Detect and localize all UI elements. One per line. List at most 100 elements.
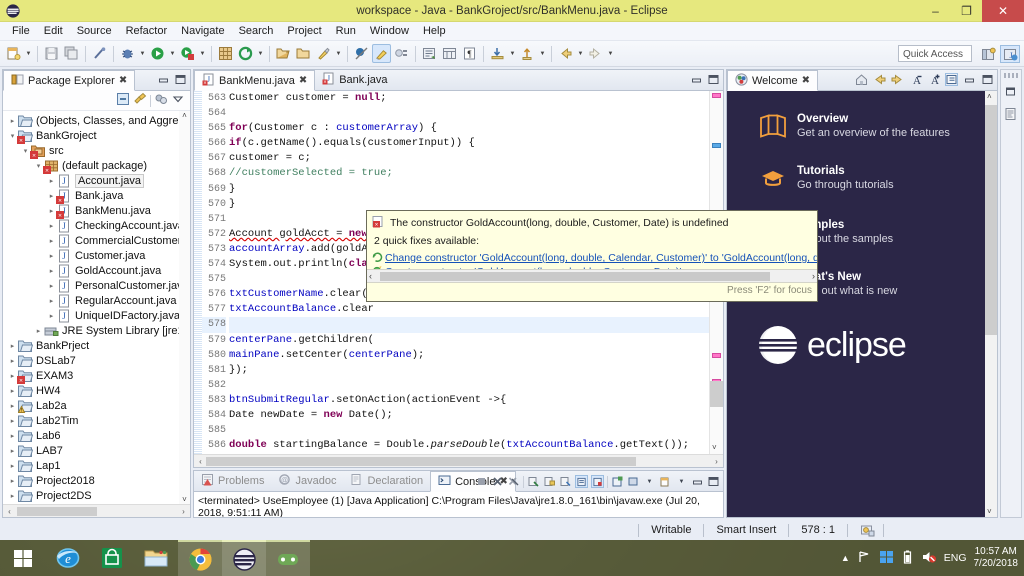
console-output[interactable]: <terminated> UseEmployee (1) [Java Appli… bbox=[194, 492, 723, 517]
console-view-menu-icon[interactable] bbox=[627, 475, 640, 488]
restore-icon[interactable] bbox=[1003, 83, 1020, 100]
open-perspective-icon[interactable] bbox=[978, 45, 998, 63]
menu-source[interactable]: Source bbox=[70, 23, 119, 39]
package-explorer-hscrollbar[interactable]: ‹ › bbox=[3, 504, 190, 517]
menu-file[interactable]: File bbox=[5, 23, 37, 39]
tree-item[interactable]: ▸ J Customer.java bbox=[3, 248, 190, 263]
welcome-item-tutorials[interactable]: Tutorials Go through tutorials bbox=[759, 165, 894, 194]
scroll-up-icon[interactable]: ˄ bbox=[987, 92, 992, 101]
tree-twisty-icon[interactable]: ▸ bbox=[46, 312, 57, 320]
search-icon[interactable] bbox=[314, 44, 333, 63]
menu-edit[interactable]: Edit bbox=[37, 23, 70, 39]
minimize-icon[interactable] bbox=[963, 73, 976, 86]
tree-item[interactable]: ▸ Project2018 bbox=[3, 473, 190, 488]
maximize-icon[interactable] bbox=[981, 73, 994, 86]
tree-item[interactable]: ▾ × BankGroject bbox=[3, 128, 190, 144]
tree-twisty-icon[interactable]: ▸ bbox=[46, 252, 57, 260]
code-line[interactable]: if(c.getName().equals(customerInput)) { bbox=[229, 136, 709, 151]
run-dropdown-icon[interactable]: ▼ bbox=[168, 44, 177, 63]
previous-edit-icon[interactable] bbox=[420, 44, 439, 63]
quick-fix-scroll-thumb[interactable] bbox=[380, 271, 770, 281]
taskbar-google-chrome-icon[interactable] bbox=[178, 540, 222, 576]
scroll-right-icon[interactable]: › bbox=[812, 271, 815, 281]
scroll-right-icon[interactable]: › bbox=[178, 507, 189, 516]
editor-hscrollbar[interactable]: ‹ › bbox=[194, 454, 723, 467]
minimize-icon[interactable] bbox=[690, 73, 703, 86]
tree-item[interactable]: ▾ × (default package) bbox=[3, 158, 190, 174]
tree-item[interactable]: ▸ Project2DS bbox=[3, 488, 190, 503]
link-with-editor-icon[interactable] bbox=[133, 92, 147, 109]
tree-item[interactable]: ▸ J UniqueIDFactory.java bbox=[3, 308, 190, 323]
tab-package-explorer[interactable]: Package Explorer ✖ bbox=[3, 70, 136, 91]
code-line[interactable]: txtAccountBalance.clear bbox=[229, 302, 709, 317]
quick-fix-option-change[interactable]: Change constructor 'GoldAccount(long, do… bbox=[367, 251, 817, 265]
tree-item[interactable]: ▸ Lab6 bbox=[3, 428, 190, 443]
menu-search[interactable]: Search bbox=[232, 23, 281, 39]
maximize-icon[interactable] bbox=[707, 73, 720, 86]
code-line[interactable]: Date newDate = new Date(); bbox=[229, 408, 709, 423]
quick-fix-link[interactable]: Change constructor 'GoldAccount(long, do… bbox=[385, 252, 817, 264]
taskbar-eclipse-icon[interactable] bbox=[222, 540, 266, 576]
tree-twisty-icon[interactable]: ▸ bbox=[7, 117, 18, 125]
package-explorer-vscrollbar[interactable]: ˄ ˅ bbox=[179, 111, 190, 504]
scroll-lock-icon[interactable] bbox=[543, 475, 556, 488]
taskbar-microsoft-store-icon[interactable] bbox=[90, 540, 134, 576]
welcome-scroll-thumb[interactable] bbox=[985, 105, 997, 335]
action-center-icon[interactable] bbox=[879, 550, 894, 567]
open-task-icon[interactable] bbox=[294, 44, 313, 63]
tab-bankmenu-java[interactable]: J × BankMenu.java ✖ bbox=[194, 70, 316, 91]
no-edit-icon[interactable] bbox=[90, 44, 109, 63]
tree-twisty-icon[interactable]: ▸ bbox=[7, 387, 18, 395]
increase-font-icon[interactable]: A bbox=[927, 73, 940, 86]
home-icon[interactable] bbox=[855, 73, 868, 86]
maximize-button[interactable]: ❐ bbox=[951, 0, 982, 22]
display-selected-console-icon[interactable] bbox=[575, 475, 588, 488]
remove-launch-icon[interactable] bbox=[491, 475, 504, 488]
code-line[interactable]: //customerSelected = true; bbox=[229, 166, 709, 181]
new-wizard-icon[interactable] bbox=[4, 44, 23, 63]
show-hidden-icons-icon[interactable]: ▲ bbox=[841, 553, 850, 563]
java-perspective-icon[interactable]: J bbox=[1000, 45, 1020, 63]
close-icon[interactable]: ✖ bbox=[802, 75, 810, 86]
tree-twisty-icon[interactable]: ▸ bbox=[46, 237, 57, 245]
menu-navigate[interactable]: Navigate bbox=[174, 23, 231, 39]
scroll-left-icon[interactable]: ‹ bbox=[195, 457, 206, 466]
tree-item[interactable]: ▾ × src bbox=[3, 143, 190, 159]
tree-item[interactable]: ▸ J RegularAccount.java bbox=[3, 293, 190, 308]
language-indicator[interactable]: ENG bbox=[944, 552, 967, 564]
taskbar-file-explorer-icon[interactable] bbox=[134, 540, 178, 576]
code-line[interactable] bbox=[229, 317, 709, 333]
tree-item[interactable]: ▸!Project3DS bbox=[3, 503, 190, 504]
remove-all-terminated-icon[interactable] bbox=[507, 475, 520, 488]
run-coverage-icon[interactable] bbox=[178, 44, 197, 63]
tree-twisty-icon[interactable]: ▸ bbox=[7, 447, 18, 455]
close-icon[interactable]: ✖ bbox=[299, 75, 307, 86]
toggle-mark-occurrences-icon[interactable] bbox=[372, 44, 391, 63]
new-wizard-dropdown-icon[interactable]: ▼ bbox=[24, 44, 33, 63]
tree-item[interactable]: ▸ (Objects, Classes, and Aggregation bbox=[3, 113, 190, 128]
taskbar-clock[interactable]: 10:57 AM 7/20/2018 bbox=[974, 546, 1019, 570]
welcome-item-overview[interactable]: Overview Get an overview of the features bbox=[759, 113, 950, 142]
tree-twisty-icon[interactable]: ▸ bbox=[46, 282, 57, 290]
taskbar-game-icon[interactable] bbox=[266, 540, 310, 576]
tree-item[interactable]: ▸ J GoldAccount.java bbox=[3, 263, 190, 278]
code-line[interactable] bbox=[229, 106, 709, 121]
minimize-icon[interactable] bbox=[691, 475, 704, 488]
show-whitespace-icon[interactable] bbox=[440, 44, 459, 63]
minimize-icon[interactable] bbox=[157, 73, 170, 86]
tree-twisty-icon[interactable]: ▸ bbox=[7, 477, 18, 485]
menu-help[interactable]: Help bbox=[416, 23, 453, 39]
build-icon[interactable] bbox=[860, 523, 875, 538]
tree-twisty-icon[interactable]: ▸ bbox=[46, 267, 57, 275]
menu-run[interactable]: Run bbox=[329, 23, 363, 39]
terminate-icon[interactable] bbox=[475, 475, 488, 488]
scroll-down-icon[interactable]: ˅ bbox=[987, 507, 992, 516]
save-icon[interactable] bbox=[42, 44, 61, 63]
new-console-view-icon[interactable] bbox=[611, 475, 624, 488]
battery-icon[interactable] bbox=[901, 550, 914, 567]
open-declaration-dropdown-icon[interactable]: ▼ bbox=[538, 44, 547, 63]
customize-page-icon[interactable] bbox=[945, 73, 958, 86]
menu-project[interactable]: Project bbox=[280, 23, 328, 39]
close-icon[interactable]: ✖ bbox=[119, 75, 127, 86]
tree-twisty-icon[interactable]: ▸ bbox=[33, 327, 44, 335]
